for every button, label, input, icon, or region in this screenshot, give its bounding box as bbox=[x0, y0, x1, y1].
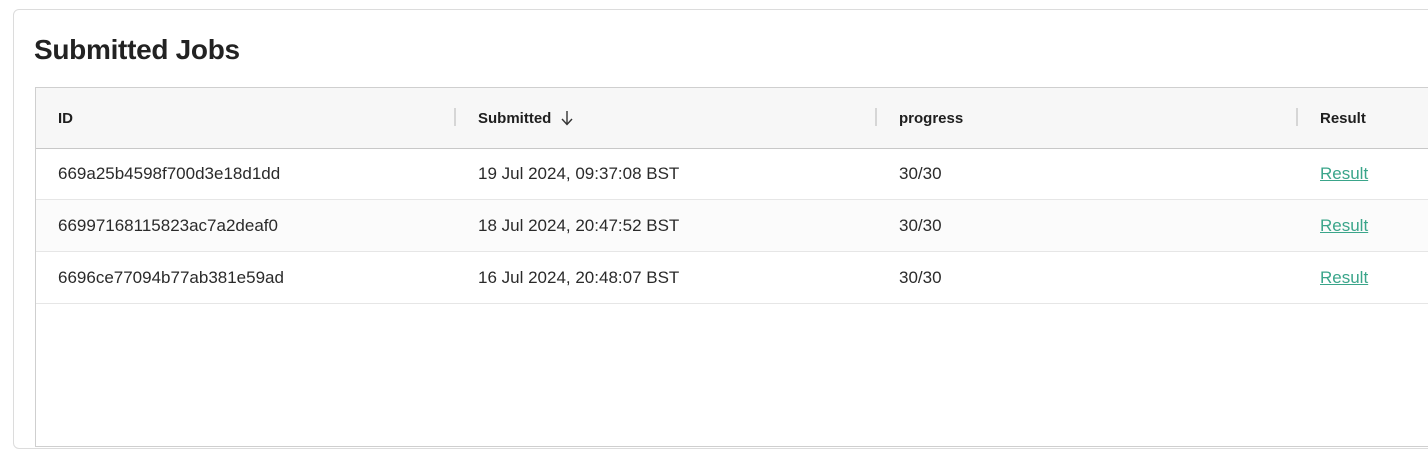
column-header-label: progress bbox=[899, 109, 964, 127]
column-resize-handle[interactable] bbox=[454, 108, 456, 126]
result-cell: Result bbox=[1320, 148, 1368, 200]
result-link[interactable]: Result bbox=[1320, 268, 1368, 288]
column-header-label: Submitted bbox=[478, 109, 552, 127]
table-row[interactable]: 6696ce77094b77ab381e59ad 16 Jul 2024, 20… bbox=[36, 252, 1428, 304]
job-id-cell: 6696ce77094b77ab381e59ad bbox=[58, 268, 284, 287]
arrow-down-icon[interactable] bbox=[561, 110, 573, 126]
job-id-cell: 669a25b4598f700d3e18d1dd bbox=[58, 164, 281, 183]
result-cell: Result bbox=[1320, 200, 1368, 252]
column-header-label: ID bbox=[58, 109, 73, 127]
column-header-progress[interactable]: progress bbox=[899, 88, 963, 148]
result-cell: Result bbox=[1320, 252, 1368, 304]
submitted-cell: 18 Jul 2024, 20:47:52 BST bbox=[478, 216, 680, 235]
table-header: ID Submitted progress Result bbox=[36, 88, 1428, 149]
submitted-cell: 19 Jul 2024, 09:37:08 BST bbox=[478, 164, 680, 183]
progress-cell: 30/30 bbox=[899, 164, 942, 183]
column-header-id[interactable]: ID bbox=[58, 88, 73, 148]
progress-cell: 30/30 bbox=[899, 216, 942, 235]
jobs-table: ID Submitted progress Result 669a25b4598… bbox=[35, 87, 1428, 447]
submitted-cell: 16 Jul 2024, 20:48:07 BST bbox=[478, 268, 680, 287]
job-id-cell: 66997168115823ac7a2deaf0 bbox=[58, 216, 278, 235]
result-link[interactable]: Result bbox=[1320, 216, 1368, 236]
column-header-label: Result bbox=[1320, 109, 1366, 127]
column-header-result[interactable]: Result bbox=[1320, 88, 1366, 148]
result-link[interactable]: Result bbox=[1320, 164, 1368, 184]
column-header-submitted[interactable]: Submitted bbox=[478, 88, 573, 148]
column-resize-handle[interactable] bbox=[1296, 108, 1298, 126]
page-title: Submitted Jobs bbox=[34, 34, 240, 65]
progress-cell: 30/30 bbox=[899, 268, 942, 287]
table-row[interactable]: 66997168115823ac7a2deaf0 18 Jul 2024, 20… bbox=[36, 200, 1428, 252]
submitted-jobs-panel: Submitted Jobs ID Submitted progress Res… bbox=[13, 9, 1428, 449]
table-row[interactable]: 669a25b4598f700d3e18d1dd 19 Jul 2024, 09… bbox=[36, 148, 1428, 200]
column-resize-handle[interactable] bbox=[875, 108, 877, 126]
